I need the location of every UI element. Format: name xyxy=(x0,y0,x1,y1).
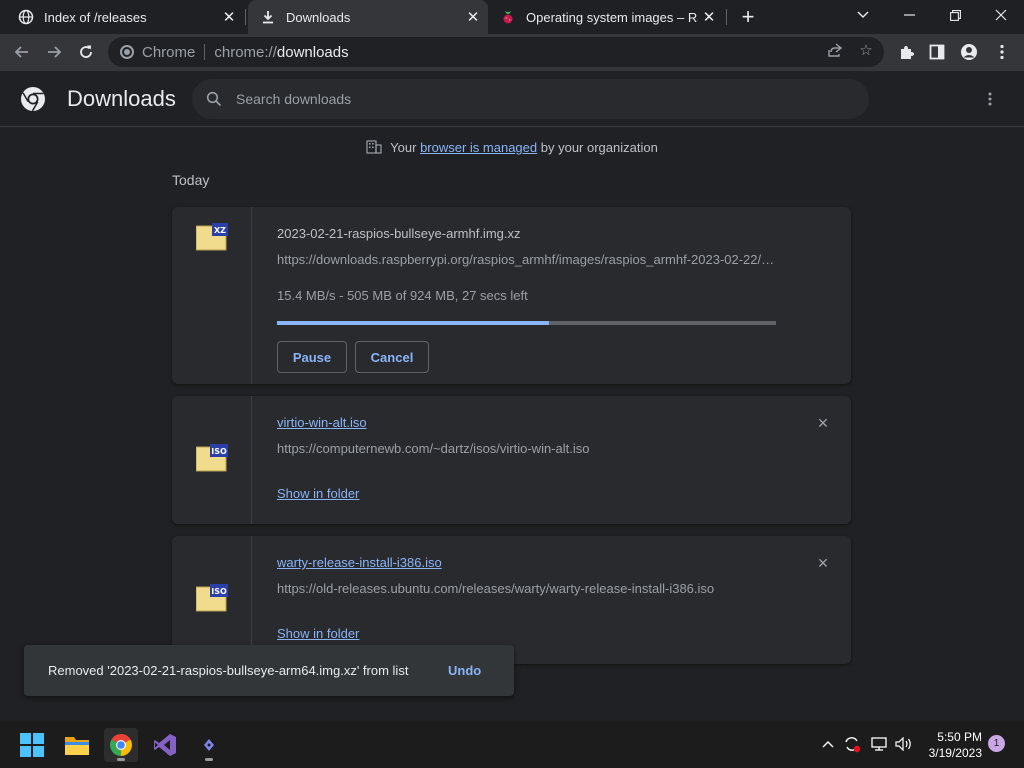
chip-label: Chrome xyxy=(142,43,196,61)
chrome-chip[interactable]: Chrome xyxy=(120,44,195,61)
restore-icon[interactable] xyxy=(932,0,978,30)
chrome-icon[interactable] xyxy=(104,728,138,762)
sync-alert-icon[interactable] xyxy=(842,734,862,754)
building-icon xyxy=(366,140,382,154)
download-progress-bar xyxy=(277,321,776,325)
pause-button[interactable]: Pause xyxy=(277,341,347,373)
tab-title: Operating system images – Raspberry Pi xyxy=(526,9,698,25)
svg-text:XZ: XZ xyxy=(214,226,226,235)
chrome-menu-icon[interactable] xyxy=(988,38,1016,66)
tab-search-icon[interactable] xyxy=(840,0,886,30)
remove-from-list-icon[interactable]: ✕ xyxy=(813,553,833,573)
file-url: https://computernewb.com/~dartz/isos/vir… xyxy=(277,441,590,456)
extensions-icon[interactable] xyxy=(892,38,920,66)
managed-suffix: by your organization xyxy=(540,140,658,155)
clock-time: 5:50 PM xyxy=(937,730,982,744)
chrome-logo-icon xyxy=(20,86,46,112)
download-item: XZ 2023-02-21-raspios-bullseye-armhf.img… xyxy=(172,207,851,384)
tab-strip: Index of /releases ✕ Downloads ✕ Operati… xyxy=(0,0,1024,34)
file-name-link[interactable]: virtio-win-alt.iso xyxy=(277,415,367,430)
file-name-link[interactable]: warty-release-install-i386.iso xyxy=(277,555,442,570)
removed-toast: Removed '2023-02-21-raspios-bullseye-arm… xyxy=(24,645,514,696)
svg-text:ISO: ISO xyxy=(211,587,227,596)
show-hidden-icons-chevron-up-icon[interactable] xyxy=(818,734,838,754)
visual-studio-icon[interactable] xyxy=(148,728,182,762)
file-explorer-icon[interactable] xyxy=(60,728,94,762)
progress-fill xyxy=(277,321,550,325)
address-bar[interactable]: Chrome chrome:// downloads xyxy=(108,37,884,67)
url-host: downloads xyxy=(276,43,349,61)
download-status: 15.4 MB/s - 505 MB of 924 MB, 27 secs le… xyxy=(277,288,528,303)
close-window-icon[interactable] xyxy=(978,0,1024,30)
section-heading-today: Today xyxy=(172,172,210,188)
downloads-header: Downloads xyxy=(0,71,1024,127)
tab-divider xyxy=(726,9,727,25)
file-url: https://downloads.raspberrypi.org/raspio… xyxy=(277,252,777,267)
close-tab-icon[interactable]: ✕ xyxy=(698,6,720,28)
windows-taskbar: 5:50 PM 3/19/2023 xyxy=(0,721,1024,768)
tab-downloads[interactable]: Downloads ✕ xyxy=(248,0,488,34)
file-url: https://old-releases.ubuntu.com/releases… xyxy=(277,581,715,596)
search-bar[interactable] xyxy=(192,79,869,119)
file-name: 2023-02-21-raspios-bullseye-armhf.img.xz xyxy=(277,226,521,241)
show-in-folder-link[interactable]: Show in folder xyxy=(277,486,359,501)
notification-badge[interactable]: 1 xyxy=(988,735,1005,752)
share-icon[interactable] xyxy=(823,39,845,61)
active-indicator xyxy=(117,758,125,761)
tab-title: Downloads xyxy=(286,9,351,25)
network-icon[interactable] xyxy=(869,734,889,754)
tab-divider xyxy=(245,9,246,25)
search-icon xyxy=(204,89,224,109)
address-divider xyxy=(204,44,206,60)
iso-file-icon: ISO xyxy=(195,444,228,472)
side-panel-icon[interactable] xyxy=(923,38,951,66)
file-icon-column: ISO xyxy=(172,396,252,524)
managed-notice: Your browser is managed by your organiza… xyxy=(0,140,1024,155)
browser-toolbar: Chrome chrome:// downloads ☆ xyxy=(0,34,1024,71)
cancel-button[interactable]: Cancel xyxy=(355,341,429,373)
page-title: Downloads xyxy=(67,86,176,111)
new-tab-button[interactable]: + xyxy=(736,4,760,29)
running-indicator xyxy=(205,758,213,761)
search-input[interactable] xyxy=(236,91,796,107)
chrome-logo-icon xyxy=(120,45,134,59)
undo-button[interactable]: Undo xyxy=(448,663,481,678)
minimize-icon[interactable] xyxy=(886,0,932,30)
file-icon-column: XZ xyxy=(172,207,252,384)
toast-message: Removed '2023-02-21-raspios-bullseye-arm… xyxy=(48,663,409,678)
tab-raspberry-pi-images[interactable]: Operating system images – Raspberry Pi ✕ xyxy=(488,0,724,34)
globe-icon xyxy=(18,9,34,25)
download-item: ISO virtio-win-alt.iso https://computern… xyxy=(172,396,851,524)
reload-icon[interactable] xyxy=(72,38,100,66)
windows-start-icon[interactable] xyxy=(15,728,49,762)
clock-date: 3/19/2023 xyxy=(928,746,982,760)
tab-index-of-releases[interactable]: Index of /releases ✕ xyxy=(0,0,244,34)
xz-file-icon: XZ xyxy=(195,223,228,251)
forward-arrow-icon[interactable] xyxy=(40,38,68,66)
more-options-icon[interactable] xyxy=(978,87,1002,111)
url-scheme: chrome:// xyxy=(214,43,277,61)
close-tab-icon[interactable]: ✕ xyxy=(218,6,240,28)
managed-prefix: Your xyxy=(390,140,417,155)
download-icon xyxy=(260,9,276,25)
volume-icon[interactable] xyxy=(894,734,914,754)
bookmark-star-icon[interactable]: ☆ xyxy=(855,39,877,61)
profile-avatar-icon[interactable] xyxy=(955,38,983,66)
raspberry-pi-icon xyxy=(500,9,516,25)
iso-file-icon: ISO xyxy=(195,584,228,612)
remove-from-list-icon[interactable]: ✕ xyxy=(813,413,833,433)
back-arrow-icon[interactable] xyxy=(8,38,36,66)
tab-title: Index of /releases xyxy=(44,9,147,25)
close-tab-icon[interactable]: ✕ xyxy=(462,6,484,28)
app-icon[interactable] xyxy=(192,728,226,762)
svg-text:ISO: ISO xyxy=(211,447,227,456)
show-in-folder-link[interactable]: Show in folder xyxy=(277,626,359,641)
taskbar-clock[interactable]: 5:50 PM 3/19/2023 xyxy=(920,729,982,761)
browser-managed-link[interactable]: browser is managed xyxy=(420,140,537,155)
